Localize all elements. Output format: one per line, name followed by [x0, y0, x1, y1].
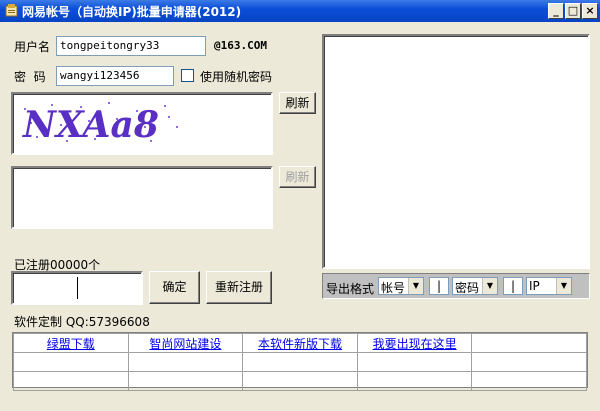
text-cursor — [77, 277, 78, 299]
confirm-button[interactable]: 确定 — [149, 271, 200, 304]
export-format-label: 导出格式 — [326, 282, 375, 296]
window-title: 网易帐号（自动换IP)批量申请器(2012) — [22, 5, 242, 19]
export-format-bar: 导出格式 帐号 ▼ | 密码 ▼ | IP ▼ — [322, 273, 590, 299]
export-field3-select[interactable]: IP ▼ — [526, 277, 572, 295]
minimize-button[interactable]: _ — [548, 3, 564, 19]
chevron-down-icon: ▼ — [408, 278, 423, 294]
link-zhishang-website[interactable]: 智尚网站建设 — [149, 337, 221, 351]
app-icon — [5, 4, 18, 17]
chevron-down-icon: ▼ — [556, 278, 571, 294]
custom-qq-label: 软件定制 QQ:57396608 — [14, 315, 150, 329]
random-password-checkbox[interactable] — [181, 69, 194, 82]
links-grid: 绿盟下载 智尚网站建设 本软件新版下载 我要出现在这里 — [12, 332, 588, 391]
export-field2-select[interactable]: 密码 ▼ — [452, 277, 498, 295]
export-sep1-input[interactable]: | — [429, 277, 449, 295]
reregister-button[interactable]: 重新注册 — [206, 271, 272, 304]
link-lvmeng-download[interactable]: 绿盟下载 — [47, 337, 95, 351]
close-button[interactable]: × — [582, 3, 598, 19]
table-row: 绿盟下载 智尚网站建设 本软件新版下载 我要出现在这里 — [13, 333, 587, 353]
log-panel[interactable] — [322, 34, 590, 269]
random-password-label: 使用随机密码 — [200, 70, 273, 84]
password-input[interactable]: wangyi123456 — [56, 66, 174, 86]
captcha-image[interactable]: NXAa8 — [17, 97, 187, 147]
captcha-panel: NXAa8 — [11, 92, 273, 155]
table-row — [13, 371, 587, 391]
captcha-text: NXAa8 — [22, 104, 159, 146]
password-label: 密 码 — [14, 70, 46, 84]
refresh-captcha-button[interactable]: 刷新 — [279, 92, 316, 114]
chevron-down-icon: ▼ — [482, 278, 497, 294]
code-input[interactable] — [11, 271, 143, 305]
maximize-button[interactable]: □ — [565, 3, 581, 19]
second-captcha-panel[interactable] — [11, 166, 273, 229]
export-field1-select[interactable]: 帐号 ▼ — [378, 277, 424, 295]
link-new-version-download[interactable]: 本软件新版下载 — [258, 337, 342, 351]
domain-suffix: @163.COM — [214, 39, 267, 52]
table-row — [13, 352, 587, 372]
export-sep2-input[interactable]: | — [503, 277, 523, 295]
refresh-second-button[interactable]: 刷新 — [279, 166, 316, 188]
username-label: 用户名 — [14, 40, 51, 54]
username-input[interactable]: tongpeitongry33 — [56, 36, 206, 56]
title-bar[interactable]: 网易帐号（自动换IP)批量申请器(2012) _ □ × — [0, 0, 600, 22]
link-advertise-here[interactable]: 我要出现在这里 — [373, 337, 457, 351]
